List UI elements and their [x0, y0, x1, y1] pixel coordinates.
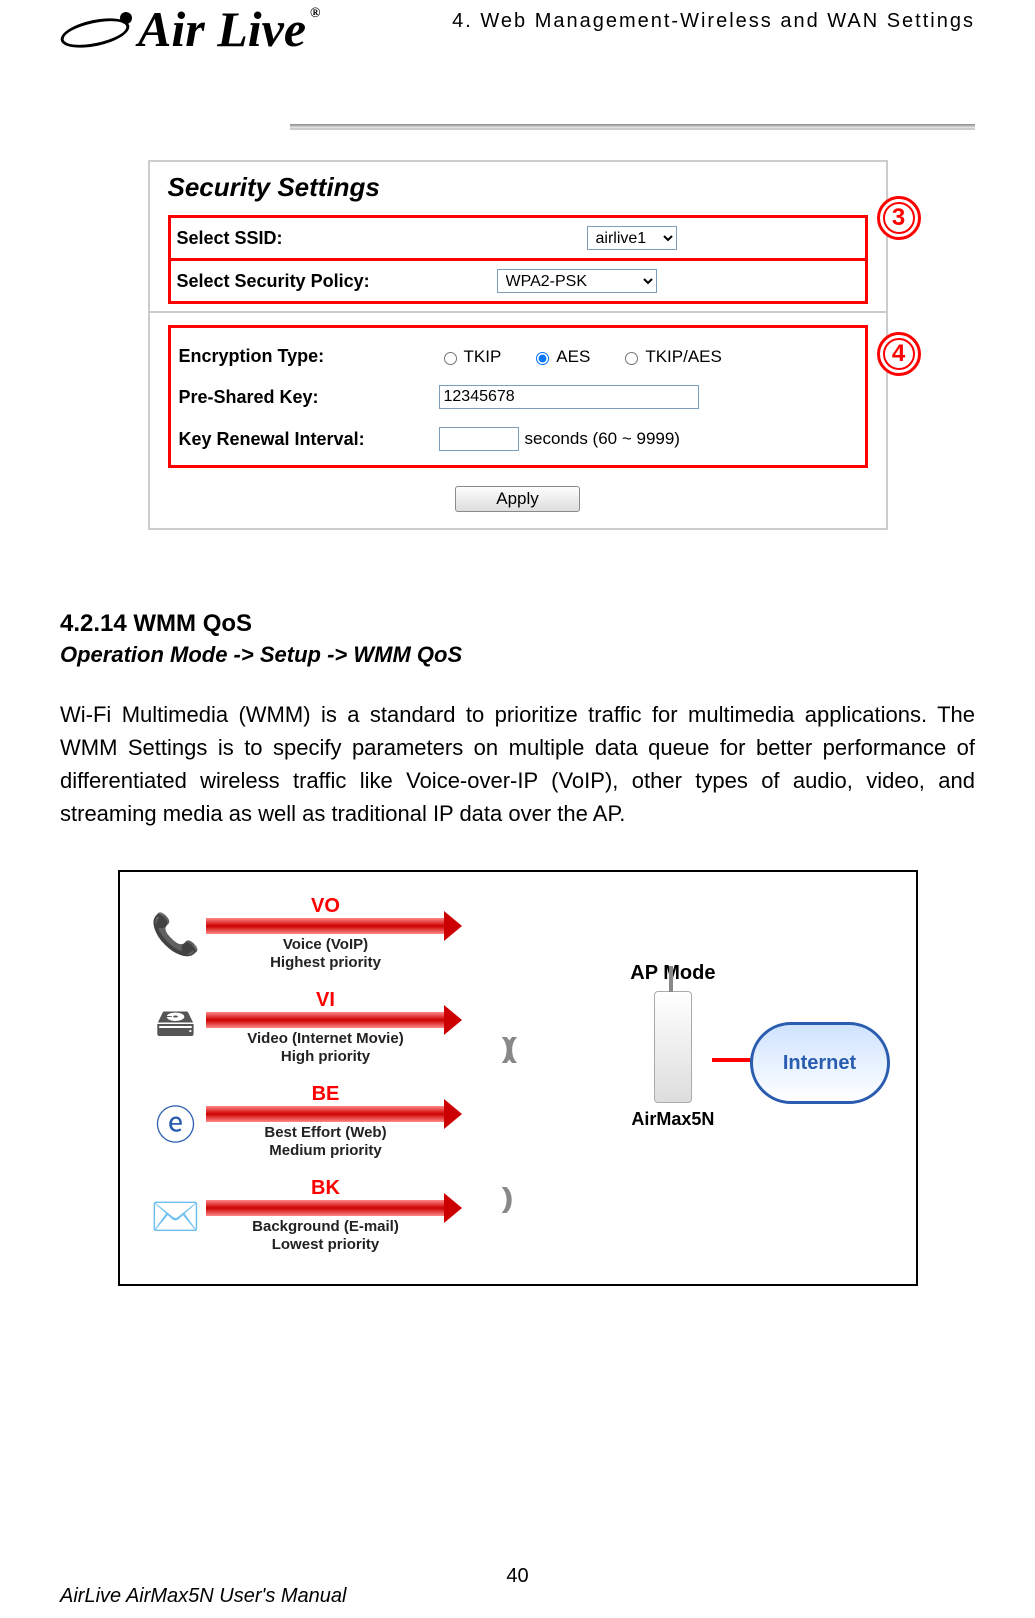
section-heading: 4.2.14 WMM QoS: [60, 610, 975, 638]
trademark-symbol: ®: [310, 6, 320, 22]
phone-icon: 📞: [146, 907, 206, 961]
encryption-label: Encryption Type:: [175, 346, 439, 367]
logo-orbit-icon: [60, 6, 130, 52]
security-settings-panel: Security Settings Select SSID: airlive1 …: [148, 160, 888, 530]
header-divider: [290, 124, 975, 130]
key-renewal-input[interactable]: [439, 427, 519, 451]
vo-code: VO: [206, 896, 446, 916]
section-paragraph: Wi-Fi Multimedia (WMM) is a standard to …: [60, 698, 975, 830]
psk-input[interactable]: [439, 385, 699, 409]
nas-icon: 🖴: [146, 1001, 206, 1055]
encryption-both-radio[interactable]: TKIP/AES: [620, 347, 722, 367]
vi-code: VI: [206, 990, 446, 1010]
ap-device: AP Mode AirMax5N: [630, 962, 715, 1130]
policy-row-highlight: Select Security Policy: WPA2-PSK: [168, 258, 868, 304]
policy-select[interactable]: WPA2-PSK: [497, 269, 657, 293]
policy-label: Select Security Policy:: [173, 271, 437, 292]
annotation-3: 3: [877, 196, 921, 240]
ssid-label: Select SSID:: [173, 228, 437, 249]
section-breadcrumb: Operation Mode -> Setup -> WMM QoS: [60, 642, 975, 668]
cloud-icon: Internet: [750, 1022, 890, 1104]
ap-mode-label: AP Mode: [630, 962, 715, 985]
chapter-heading: 4. Web Management-Wireless and WAN Setti…: [452, 10, 975, 33]
key-renewal-label: Key Renewal Interval:: [175, 429, 439, 450]
logo-text: Air Live: [138, 0, 306, 58]
psk-label: Pre-Shared Key:: [175, 387, 439, 408]
arrow-icon: [206, 1200, 446, 1216]
panel-title: Security Settings: [168, 172, 868, 203]
browser-icon: ⓔ: [146, 1095, 206, 1149]
arrow-icon: [206, 1012, 446, 1028]
encryption-block-highlight: 4 Encryption Type: TKIP AES TKIP/AES: [168, 325, 868, 468]
encryption-tkip-radio[interactable]: TKIP: [439, 347, 502, 367]
ssid-select[interactable]: airlive1: [587, 226, 677, 250]
wmm-diagram: 📞 VO Voice (VoIP)Highest priority 🖴 VI V…: [118, 870, 918, 1286]
arrow-icon: [206, 918, 446, 934]
ap-name-label: AirMax5N: [630, 1109, 715, 1130]
footer-manual-title: AirLive AirMax5N User's Manual: [60, 1585, 347, 1608]
annotation-4: 4: [877, 332, 921, 376]
ap-icon: [654, 991, 692, 1103]
wifi-icon: ))): [502, 1182, 506, 1214]
panel-divider: [150, 311, 886, 313]
wifi-icon: ))) (((: [502, 1032, 510, 1064]
mail-icon: ✉️: [146, 1189, 206, 1243]
bk-code: BK: [206, 1178, 446, 1198]
key-renewal-suffix: seconds (60 ~ 9999): [525, 429, 680, 449]
internet-node: Internet: [750, 1022, 890, 1104]
ssid-row-highlight: Select SSID: airlive1 3: [168, 215, 868, 261]
brand-logo: Air Live ®: [60, 0, 321, 58]
apply-button[interactable]: Apply: [455, 486, 580, 512]
vo-row: 📞 VO Voice (VoIP)Highest priority: [146, 896, 890, 972]
arrow-icon: [206, 1106, 446, 1122]
bk-row: ✉️ BK Background (E-mail)Lowest priority: [146, 1178, 890, 1254]
be-code: BE: [206, 1084, 446, 1104]
encryption-aes-radio[interactable]: AES: [531, 347, 590, 367]
